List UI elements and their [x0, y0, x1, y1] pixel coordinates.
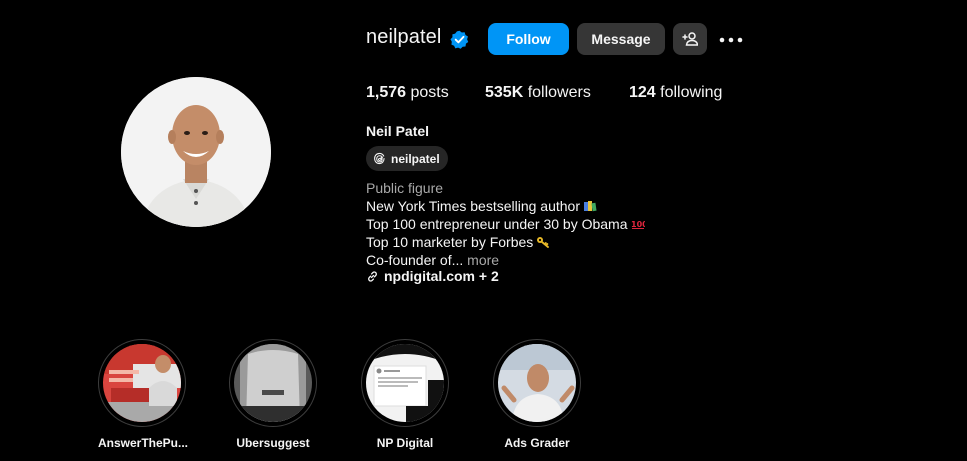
highlight-label: Ubersuggest: [236, 436, 310, 450]
bio-line: Top 10 marketer by Forbes: [366, 233, 645, 251]
profile-username: neilpatel: [366, 26, 442, 48]
highlight-ring[interactable]: [229, 339, 317, 427]
bio-line: New York Times bestselling author: [366, 197, 645, 215]
follow-button[interactable]: Follow: [488, 23, 569, 55]
add-person-icon: [682, 32, 698, 46]
following-stat[interactable]: 124 following: [629, 84, 722, 102]
highlight-cover: [103, 344, 181, 422]
highlight-cover: [234, 344, 312, 422]
books-emoji-icon: [584, 201, 597, 212]
story-highlight[interactable]: AnswerThePu...: [98, 339, 189, 450]
followers-count: 535K: [485, 84, 524, 101]
bio-line-text: New York Times bestselling author: [366, 198, 580, 214]
highlight-label: AnswerThePu...: [98, 436, 189, 450]
threads-handle: neilpatel: [391, 151, 440, 166]
link-text: npdigital.com + 2: [384, 268, 499, 284]
suggested-accounts-button[interactable]: [673, 23, 707, 55]
message-button[interactable]: Message: [577, 23, 665, 55]
profile-category: Public figure: [366, 180, 444, 196]
highlight-cover: [366, 344, 444, 422]
profile-external-link[interactable]: npdigital.com + 2: [366, 268, 499, 284]
story-highlight[interactable]: Ubersuggest: [229, 339, 317, 450]
highlight-ring[interactable]: [361, 339, 449, 427]
following-label: following: [660, 84, 723, 101]
threads-icon: [374, 152, 385, 165]
bio-more-link[interactable]: more: [467, 252, 499, 268]
profile-full-name: Neil Patel: [366, 123, 430, 139]
avatar-image: [121, 77, 271, 227]
profile-bio: Public figure New York Times bestselling…: [366, 179, 645, 269]
following-count: 124: [629, 84, 656, 101]
link-icon: [368, 270, 377, 282]
story-highlight[interactable]: Ads Grader: [493, 339, 581, 450]
followers-label: followers: [527, 84, 591, 101]
threads-profile-link[interactable]: neilpatel: [366, 146, 448, 171]
bio-line: Co-founder of... more: [366, 251, 645, 269]
followers-stat[interactable]: 535K followers: [485, 84, 591, 102]
more-options-icon[interactable]: [718, 30, 744, 50]
posts-stat: 1,576 posts: [366, 84, 449, 102]
highlight-ring[interactable]: [493, 339, 581, 427]
profile-avatar[interactable]: [121, 77, 271, 227]
highlight-label: Ads Grader: [504, 436, 570, 450]
highlight-ring[interactable]: [98, 339, 186, 427]
posts-count: 1,576: [366, 84, 407, 101]
story-highlight[interactable]: NP Digital: [361, 339, 449, 450]
bio-line: Top 100 entrepreneur under 30 by Obama 10…: [366, 215, 645, 233]
posts-label: posts: [410, 84, 449, 101]
verified-badge-icon: [450, 30, 469, 49]
key-emoji-icon: [537, 237, 550, 248]
bio-line-text: Top 10 marketer by Forbes: [366, 234, 534, 250]
bio-line-text: Top 100 entrepreneur under 30 by Obama: [366, 216, 628, 232]
hundred-points-emoji-icon: 100: [631, 220, 645, 229]
bio-line-text: Co-founder of...: [366, 252, 464, 268]
svg-text:100: 100: [631, 220, 645, 229]
highlight-label: NP Digital: [376, 436, 434, 450]
highlight-cover: [498, 344, 576, 422]
